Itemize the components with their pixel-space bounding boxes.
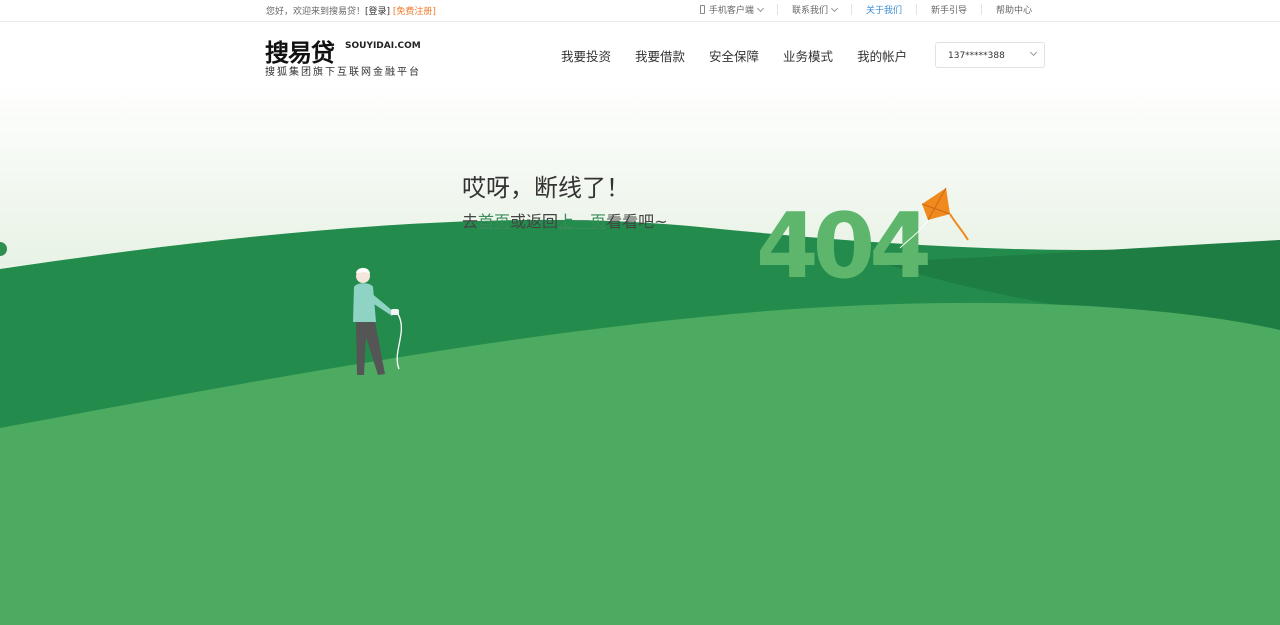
main-nav: 我要投资 我要借款 安全保障 业务模式 我的帐户 — [549, 46, 919, 65]
register-link[interactable]: [免费注册] — [393, 7, 436, 17]
nav-item-security[interactable]: 安全保障 — [709, 46, 759, 65]
site-logo[interactable]: 搜易贷 SOUYIDAI.COM 搜狐集团旗下互联网金融平台 — [265, 33, 425, 78]
top-link-guide[interactable]: 新手引导 — [915, 4, 981, 16]
top-link-about[interactable]: 关于我们 — [850, 4, 916, 16]
error-code-digits: 404 — [756, 194, 934, 299]
nav-item-borrow[interactable]: 我要借款 — [635, 46, 685, 65]
chevron-down-icon — [830, 4, 838, 12]
error-code-text: 404 — [756, 194, 928, 299]
error-subtitle: 去首页或返回上一页看看吧~ — [462, 208, 667, 232]
top-link-mobile-app[interactable]: 手机客户端 — [686, 4, 777, 16]
account-dropdown[interactable]: 137*****388 — [935, 42, 1045, 68]
hills-illustration: 404 — [0, 82, 1280, 625]
chevron-down-icon — [1029, 48, 1038, 57]
greeting-text: 您好，欢迎来到搜易贷！ — [266, 7, 366, 17]
logo-domain: SOUYIDAI.COM — [345, 41, 421, 51]
login-link[interactable]: [登录] — [365, 7, 390, 17]
welcome-area: 您好，欢迎来到搜易贷！[登录] [免费注册] — [266, 4, 436, 17]
error-scene: 404 哎呀，断线了！ 去首页或返回上一页看看吧~ — [0, 82, 1280, 625]
main-header: 搜易贷 SOUYIDAI.COM 搜狐集团旗下互联网金融平台 我要投资 我要借款… — [0, 22, 1280, 82]
top-link-help[interactable]: 帮助中心 — [980, 4, 1046, 16]
top-utility-bar: 您好，欢迎来到搜易贷！[登录] [免费注册] 手机客户端 联系我们 关于我们 新… — [0, 0, 1280, 22]
chevron-down-icon — [756, 4, 764, 12]
logo-tagline: 搜狐集团旗下互联网金融平台 — [265, 67, 421, 78]
sub-suffix: 看看吧~ — [606, 212, 668, 231]
nav-item-invest[interactable]: 我要投资 — [561, 46, 611, 65]
top-link-label: 关于我们 — [865, 6, 902, 16]
sub-middle: 或返回 — [510, 212, 559, 231]
back-link[interactable]: 上一页 — [558, 212, 606, 231]
sub-prefix: 去 — [462, 212, 479, 231]
nav-item-my-account[interactable]: 我的帐户 — [857, 46, 907, 65]
top-link-label: 联系我们 — [791, 6, 828, 16]
top-link-label: 新手引导 — [930, 6, 967, 16]
top-link-label: 手机客户端 — [708, 6, 754, 16]
nav-item-business-model[interactable]: 业务模式 — [783, 46, 833, 65]
error-title: 哎呀，断线了！ — [462, 174, 630, 202]
phone-icon — [699, 5, 705, 14]
top-links: 手机客户端 联系我们 关于我们 新手引导 帮助中心 — [686, 4, 1046, 16]
top-link-label: 帮助中心 — [995, 6, 1032, 16]
top-link-contact[interactable]: 联系我们 — [776, 4, 851, 16]
home-link[interactable]: 首页 — [478, 212, 510, 231]
account-phone: 137*****388 — [948, 51, 1005, 61]
